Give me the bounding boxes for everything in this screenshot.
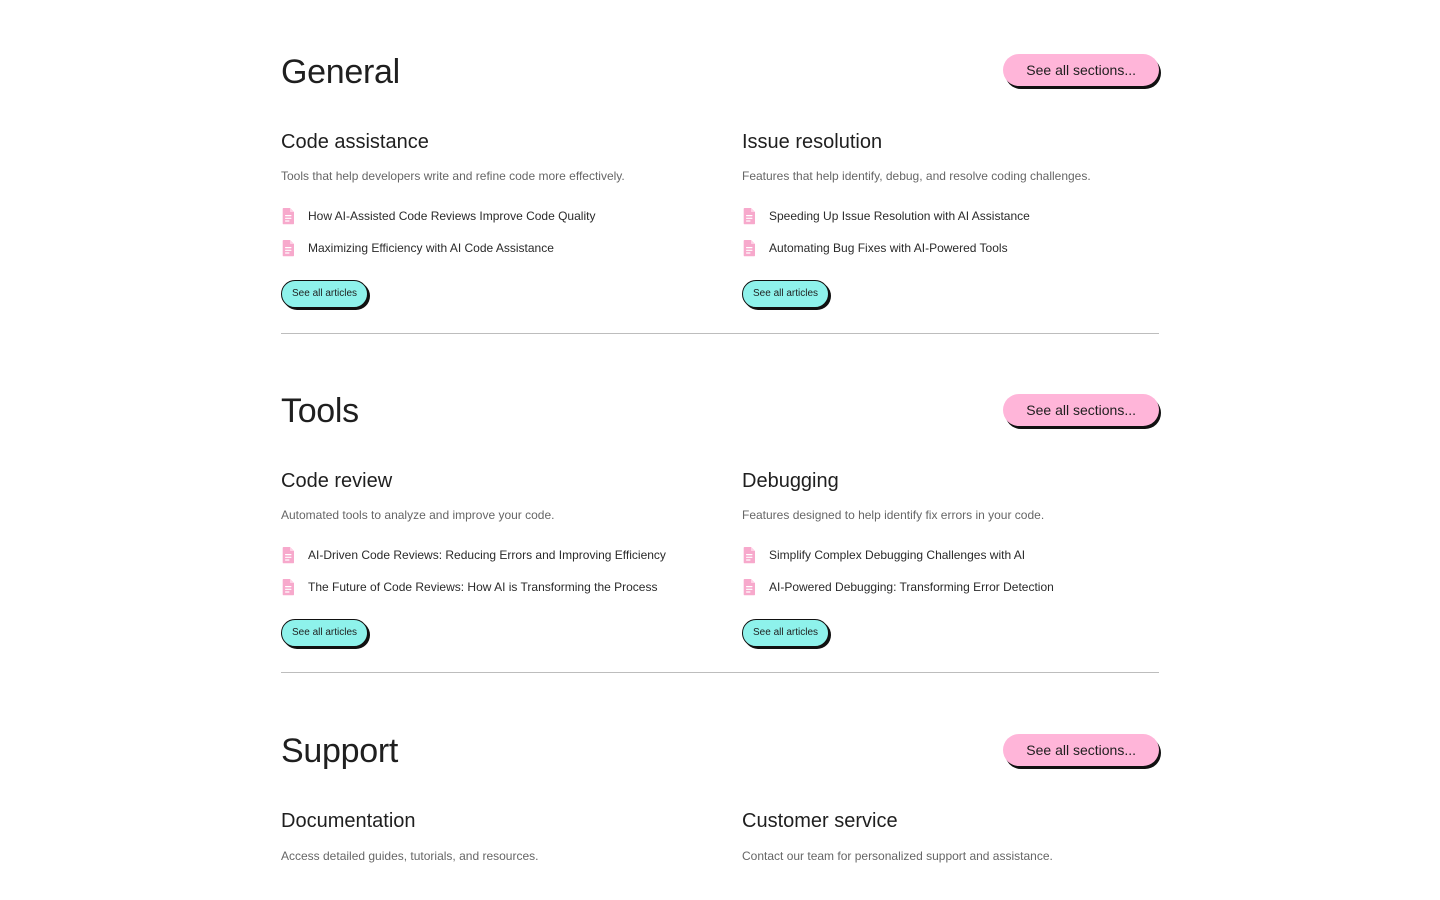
section-title: General — [281, 53, 400, 91]
document-icon — [742, 578, 757, 596]
section-divider — [281, 333, 1159, 334]
see-all-sections-button[interactable]: See all sections... — [1003, 54, 1159, 86]
category-description: Automated tools to analyze and improve y… — [281, 508, 555, 522]
document-icon — [281, 578, 296, 596]
category-title: Debugging — [742, 470, 839, 492]
section-title: Support — [281, 732, 398, 770]
article-link[interactable]: The Future of Code Reviews: How AI is Tr… — [281, 578, 657, 596]
see-all-articles-button[interactable]: See all articles — [742, 280, 830, 308]
article-title: Speeding Up Issue Resolution with AI Ass… — [769, 209, 1030, 223]
article-title: Automating Bug Fixes with AI-Powered Too… — [769, 241, 1008, 255]
category-title: Documentation — [281, 810, 416, 832]
article-title: AI-Powered Debugging: Transforming Error… — [769, 580, 1054, 594]
see-all-sections-button[interactable]: See all sections... — [1003, 734, 1159, 766]
article-link[interactable]: Speeding Up Issue Resolution with AI Ass… — [742, 207, 1030, 225]
article-title: The Future of Code Reviews: How AI is Tr… — [308, 580, 658, 594]
document-icon — [742, 239, 757, 257]
category-description: Access detailed guides, tutorials, and r… — [281, 849, 539, 863]
category-description: Features designed to help identify fix e… — [742, 508, 1045, 522]
article-title: Simplify Complex Debugging Challenges wi… — [769, 548, 1026, 562]
article-link[interactable]: Automating Bug Fixes with AI-Powered Too… — [742, 239, 1008, 257]
article-link[interactable]: Maximizing Efficiency with AI Code Assis… — [281, 239, 554, 257]
see-all-articles-button[interactable]: See all articles — [742, 619, 830, 647]
article-link[interactable]: AI-Powered Debugging: Transforming Error… — [742, 578, 1054, 596]
category-title: Customer service — [742, 810, 898, 832]
article-title: AI-Driven Code Reviews: Reducing Errors … — [308, 548, 666, 562]
article-link[interactable]: AI-Driven Code Reviews: Reducing Errors … — [281, 546, 666, 564]
section-divider — [281, 672, 1159, 673]
document-icon — [281, 546, 296, 564]
see-all-sections-button[interactable]: See all sections... — [1003, 394, 1159, 426]
document-icon — [281, 207, 296, 225]
document-icon — [742, 207, 757, 225]
article-title: How AI-Assisted Code Reviews Improve Cod… — [308, 209, 596, 223]
category-description: Features that help identify, debug, and … — [742, 169, 1091, 183]
article-link[interactable]: How AI-Assisted Code Reviews Improve Cod… — [281, 207, 595, 225]
section-title: Tools — [281, 392, 359, 430]
document-icon — [742, 546, 757, 564]
article-link[interactable]: Simplify Complex Debugging Challenges wi… — [742, 546, 1025, 564]
category-description: Tools that help developers write and ref… — [281, 169, 625, 183]
see-all-articles-button[interactable]: See all articles — [281, 280, 369, 308]
section-support: Support See all sections... Documentatio… — [281, 731, 1159, 863]
category-title: Code assistance — [281, 131, 429, 153]
see-all-articles-button[interactable]: See all articles — [281, 619, 369, 647]
article-title: Maximizing Efficiency with AI Code Assis… — [308, 241, 554, 255]
category-description: Contact our team for personalized suppor… — [742, 849, 1053, 863]
page: General See all sections... Code assista… — [0, 0, 1440, 900]
section-general: General See all sections... Code assista… — [281, 52, 1159, 334]
category-title: Code review — [281, 470, 393, 492]
category-title: Issue resolution — [742, 131, 883, 153]
section-tools: Tools See all sections... Code review Au… — [281, 391, 1159, 673]
document-icon — [281, 239, 296, 257]
